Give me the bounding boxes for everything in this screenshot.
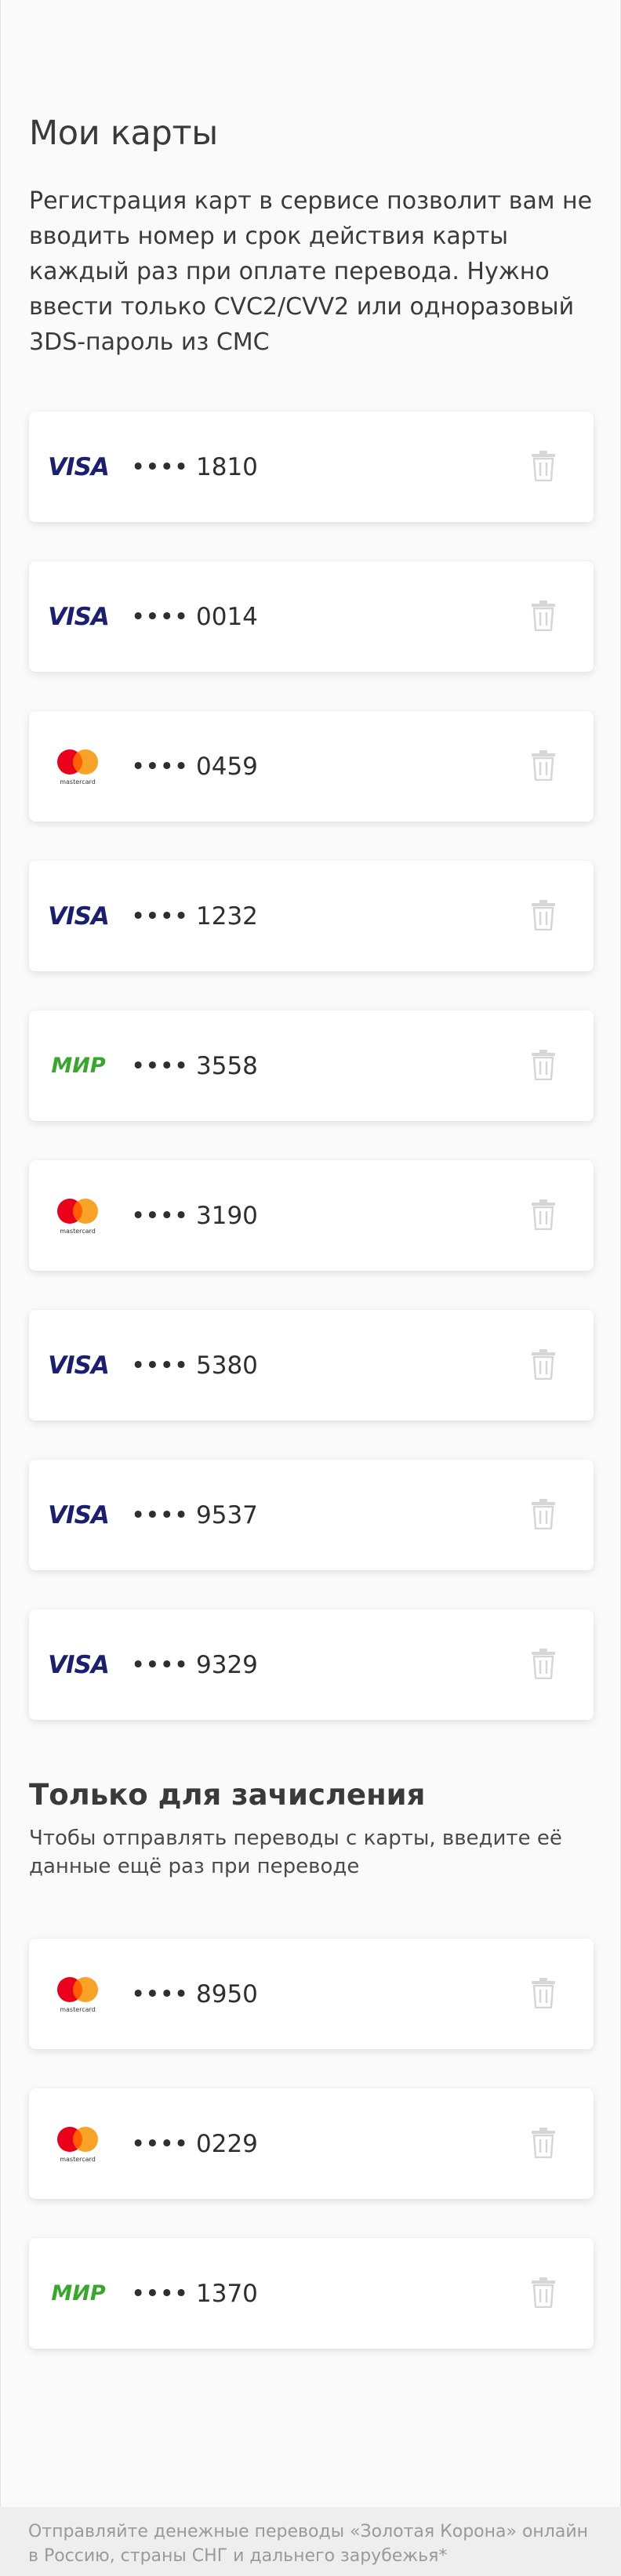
visa-logo: VISA	[43, 1310, 114, 1420]
card-number: •••• 0459	[131, 752, 258, 781]
mastercard-circles-icon: mastercard	[57, 1976, 98, 2013]
page-title: Мои карты	[29, 114, 218, 153]
visa-logo-text: VISA	[48, 1500, 110, 1529]
trash-icon	[532, 2128, 555, 2158]
mastercard-logo: mastercard	[43, 711, 114, 822]
card-item[interactable]: mastercard •••• 0229	[29, 2088, 594, 2199]
mastercard-logo: mastercard	[43, 1939, 114, 2049]
footer-text: Отправляйте денежные переводы «Золотая К…	[28, 2522, 589, 2566]
visa-logo-text: VISA	[48, 1650, 110, 1679]
mir-logo-text: МИР	[51, 1054, 106, 1078]
visa-logo: VISA	[43, 1460, 114, 1570]
trash-icon	[532, 451, 555, 481]
card-number: •••• 3558	[131, 1051, 258, 1080]
visa-logo: VISA	[43, 561, 114, 672]
visa-logo-text: VISA	[48, 452, 110, 481]
footer: Отправляйте денежные переводы «Золотая К…	[0, 2507, 621, 2576]
trash-icon	[532, 750, 555, 781]
visa-logo: VISA	[43, 1609, 114, 1720]
delete-card-button[interactable]	[528, 1976, 559, 2010]
delete-card-button[interactable]	[528, 448, 559, 483]
visa-logo: VISA	[43, 412, 114, 522]
delete-card-button[interactable]	[528, 1197, 559, 1232]
card-item[interactable]: VISA •••• 9537	[29, 1460, 594, 1570]
mastercard-logo: mastercard	[43, 2088, 114, 2199]
main-panel: Мои карты Регистрация карт в сервисе поз…	[0, 0, 621, 2507]
card-number: •••• 9329	[131, 1650, 258, 1679]
trash-icon	[532, 900, 555, 931]
credit-only-description: Чтобы отправлять переводы с карты, введи…	[29, 1827, 562, 1878]
trash-icon	[532, 600, 555, 631]
card-number: •••• 1370	[131, 2279, 258, 2308]
card-item[interactable]: МИР •••• 3558	[29, 1010, 594, 1121]
card-item[interactable]: VISA •••• 5380	[29, 1310, 594, 1420]
mastercard-logo-text: mastercard	[60, 2156, 96, 2163]
card-number: •••• 3190	[131, 1201, 258, 1230]
mastercard-logo: mastercard	[43, 1160, 114, 1271]
mastercard-circles-icon: mastercard	[57, 749, 98, 785]
card-number: •••• 1810	[131, 452, 258, 481]
card-item[interactable]: VISA •••• 9329	[29, 1609, 594, 1720]
trash-icon	[532, 1978, 555, 2008]
delete-card-button[interactable]	[528, 2275, 559, 2309]
visa-logo: VISA	[43, 861, 114, 971]
trash-icon	[532, 1050, 555, 1080]
card-number: •••• 1232	[131, 902, 258, 931]
delete-card-button[interactable]	[528, 1347, 559, 1381]
card-number: •••• 0229	[131, 2129, 258, 2158]
card-item[interactable]: VISA •••• 1232	[29, 861, 594, 971]
card-item[interactable]: mastercard •••• 8950	[29, 1939, 594, 2049]
delete-card-button[interactable]	[528, 1646, 559, 1681]
mir-logo: МИР	[43, 1010, 114, 1121]
visa-logo-text: VISA	[48, 902, 110, 931]
card-number: •••• 5380	[131, 1351, 258, 1380]
card-item[interactable]: VISA •••• 1810	[29, 412, 594, 522]
mastercard-logo-text: mastercard	[60, 2006, 96, 2013]
mastercard-logo-text: mastercard	[60, 778, 96, 785]
trash-icon	[532, 1649, 555, 1679]
page: Мои карты Регистрация карт в сервисе поз…	[0, 0, 621, 2576]
card-item[interactable]: VISA •••• 0014	[29, 561, 594, 672]
mir-logo: МИР	[43, 2238, 114, 2349]
card-item[interactable]: mastercard •••• 0459	[29, 711, 594, 822]
trash-icon	[532, 2277, 555, 2308]
card-item[interactable]: mastercard •••• 3190	[29, 1160, 594, 1271]
trash-icon	[532, 1199, 555, 1230]
delete-card-button[interactable]	[528, 2125, 559, 2160]
trash-icon	[532, 1499, 555, 1529]
credit-only-title: Только для зачисления	[29, 1778, 426, 1812]
delete-card-button[interactable]	[528, 898, 559, 932]
delete-card-button[interactable]	[528, 748, 559, 782]
visa-logo-text: VISA	[48, 602, 110, 631]
trash-icon	[532, 1349, 555, 1380]
mastercard-logo-text: mastercard	[60, 1228, 96, 1235]
intro-text: Регистрация карт в сервисе позволит вам …	[29, 187, 593, 356]
card-number: •••• 9537	[131, 1500, 258, 1529]
card-number: •••• 0014	[131, 602, 258, 631]
mastercard-circles-icon: mastercard	[57, 2126, 98, 2163]
delete-card-button[interactable]	[528, 598, 559, 633]
visa-logo-text: VISA	[48, 1351, 110, 1380]
delete-card-button[interactable]	[528, 1047, 559, 1082]
card-number: •••• 8950	[131, 1979, 258, 2008]
mastercard-circles-icon: mastercard	[57, 1198, 98, 1235]
mir-logo-text: МИР	[51, 2281, 106, 2306]
card-item[interactable]: МИР •••• 1370	[29, 2238, 594, 2349]
delete-card-button[interactable]	[528, 1497, 559, 1531]
